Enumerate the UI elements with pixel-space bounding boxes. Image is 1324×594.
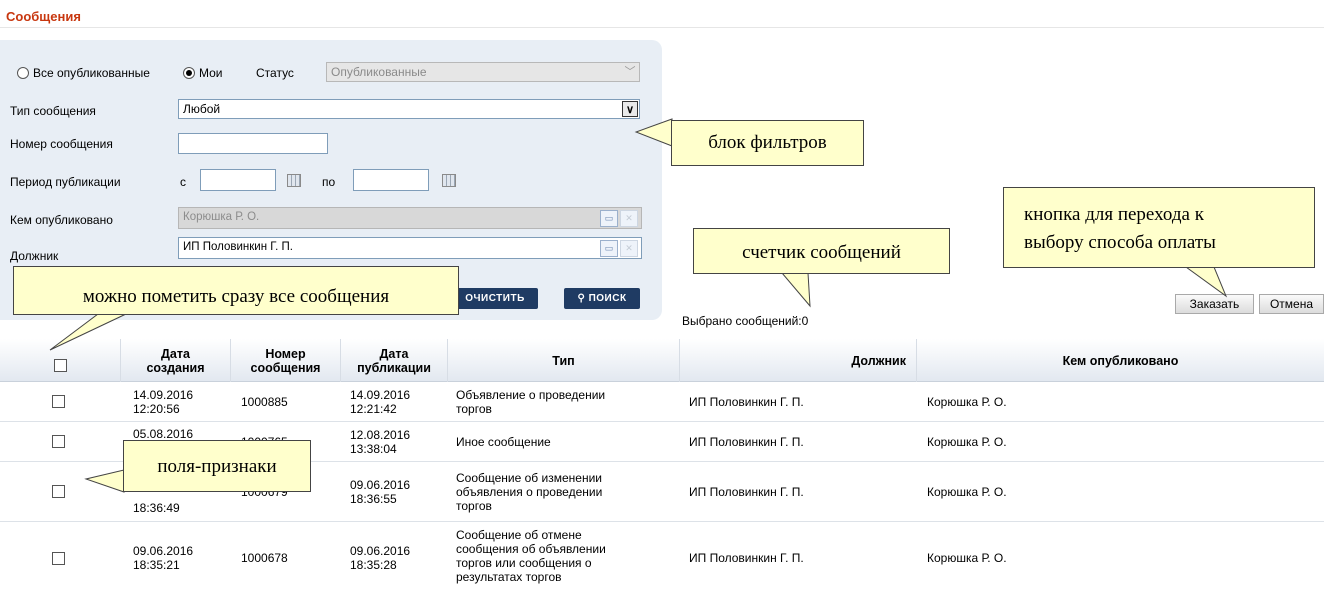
callout-checkboxes: поля-признаки <box>123 440 311 492</box>
select-all-callout-pointer <box>49 313 127 351</box>
checkboxes-callout-pointer <box>84 469 125 493</box>
callout-counter: счетчик сообщений <box>693 228 950 274</box>
counter-callout-pointer <box>780 272 811 308</box>
filters-callout-pointer <box>634 118 673 147</box>
order-callout-pointer <box>1184 266 1228 298</box>
callout-select-all: можно пометить сразу все сообщения <box>13 266 459 315</box>
callout-order-button: кнопка для перехода к выбору способа опл… <box>1003 187 1315 268</box>
callout-filters: блок фильтров <box>671 120 864 166</box>
